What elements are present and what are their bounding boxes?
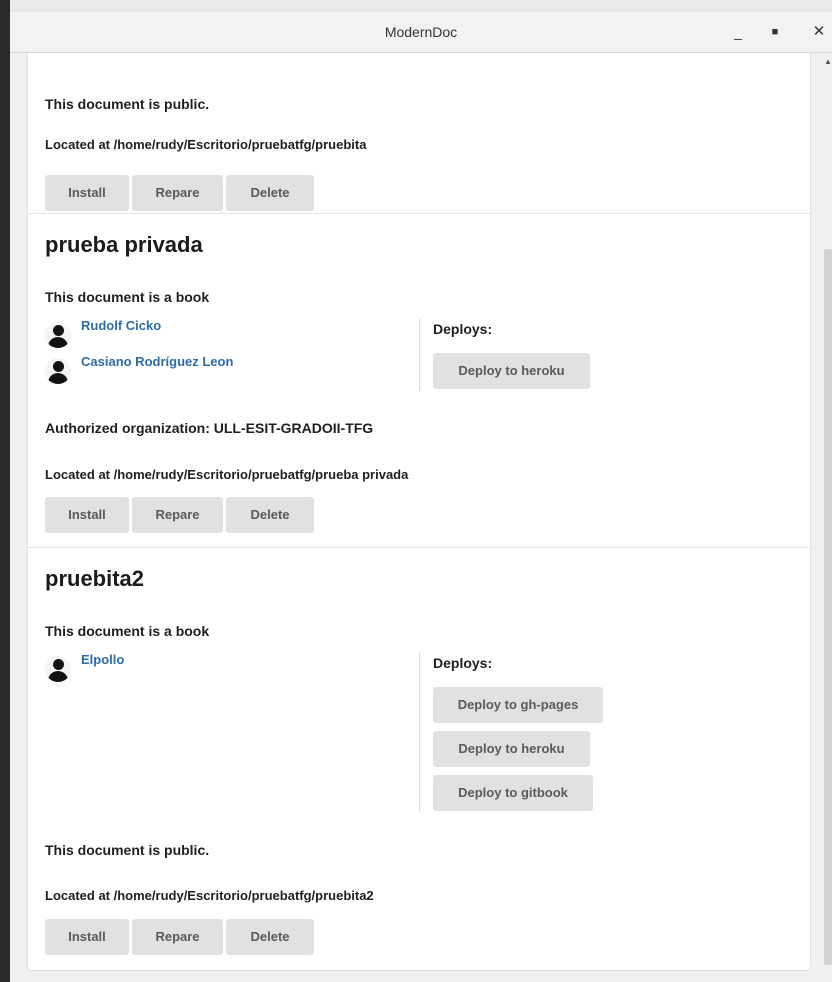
document-kind: This document is a book bbox=[45, 289, 210, 305]
location-text: Located at /home/rudy/Escritorio/pruebat… bbox=[45, 888, 374, 903]
delete-button[interactable]: Delete bbox=[226, 919, 314, 955]
deploy-gitbook-button[interactable]: Deploy to gitbook bbox=[433, 775, 593, 811]
deploy-gh-pages-button[interactable]: Deploy to gh-pages bbox=[433, 687, 603, 723]
repare-button[interactable]: Repare bbox=[132, 497, 223, 533]
desktop-edge bbox=[0, 0, 10, 982]
avatar-icon bbox=[45, 656, 71, 682]
deploys-label: Deploys: bbox=[433, 321, 493, 337]
visibility-text: This document is public. bbox=[45, 96, 210, 112]
document-list[interactable]: This document is public. Located at /hom… bbox=[10, 53, 820, 982]
author-link[interactable]: Elpollo bbox=[81, 652, 124, 667]
document-card-pruebita2: pruebita2 This document is a book Elpoll… bbox=[27, 548, 811, 971]
visibility-text: This document is public. bbox=[45, 842, 210, 858]
window-title: ModernDoc bbox=[384, 24, 458, 40]
document-card-prueba-privada: prueba privada This document is a book R… bbox=[27, 214, 811, 548]
document-card-pruebita: This document is public. Located at /hom… bbox=[27, 53, 811, 214]
scroll-up-icon[interactable]: ▲ bbox=[824, 57, 832, 66]
deploy-heroku-button[interactable]: Deploy to heroku bbox=[433, 353, 590, 389]
document-kind: This document is a book bbox=[45, 623, 210, 639]
maximize-button[interactable]: ■ bbox=[762, 12, 788, 52]
vertical-scrollbar[interactable]: ▲ bbox=[822, 53, 832, 982]
document-title: pruebita2 bbox=[45, 566, 145, 591]
location-text: Located at /home/rudy/Escritorio/pruebat… bbox=[45, 467, 409, 482]
minimize-button[interactable]: _ bbox=[725, 12, 751, 52]
scrollbar-thumb[interactable] bbox=[824, 249, 832, 965]
avatar-icon bbox=[45, 322, 71, 348]
deploys-label: Deploys: bbox=[433, 655, 493, 671]
delete-button[interactable]: Delete bbox=[226, 497, 314, 533]
location-text: Located at /home/rudy/Escritorio/pruebat… bbox=[45, 137, 367, 152]
install-button[interactable]: Install bbox=[45, 919, 129, 955]
close-button[interactable]: ✕ bbox=[806, 12, 832, 52]
repare-button[interactable]: Repare bbox=[132, 919, 223, 955]
author-link[interactable]: Casiano Rodríguez Leon bbox=[81, 354, 233, 369]
app-window: ModernDoc _ ■ ✕ This document is public.… bbox=[10, 12, 832, 982]
organization-text: Authorized organization: ULL-ESIT-GRADOI… bbox=[45, 420, 374, 436]
install-button[interactable]: Install bbox=[45, 497, 129, 533]
install-button[interactable]: Install bbox=[45, 175, 129, 211]
avatar-icon bbox=[45, 358, 71, 384]
deploy-heroku-button[interactable]: Deploy to heroku bbox=[433, 731, 590, 767]
document-title: prueba privada bbox=[45, 232, 203, 257]
repare-button[interactable]: Repare bbox=[132, 175, 223, 211]
author-link[interactable]: Rudolf Cicko bbox=[81, 318, 161, 333]
title-bar[interactable]: ModernDoc _ ■ ✕ bbox=[10, 12, 832, 53]
column-divider bbox=[419, 318, 420, 390]
delete-button[interactable]: Delete bbox=[226, 175, 314, 211]
column-divider bbox=[419, 652, 420, 812]
